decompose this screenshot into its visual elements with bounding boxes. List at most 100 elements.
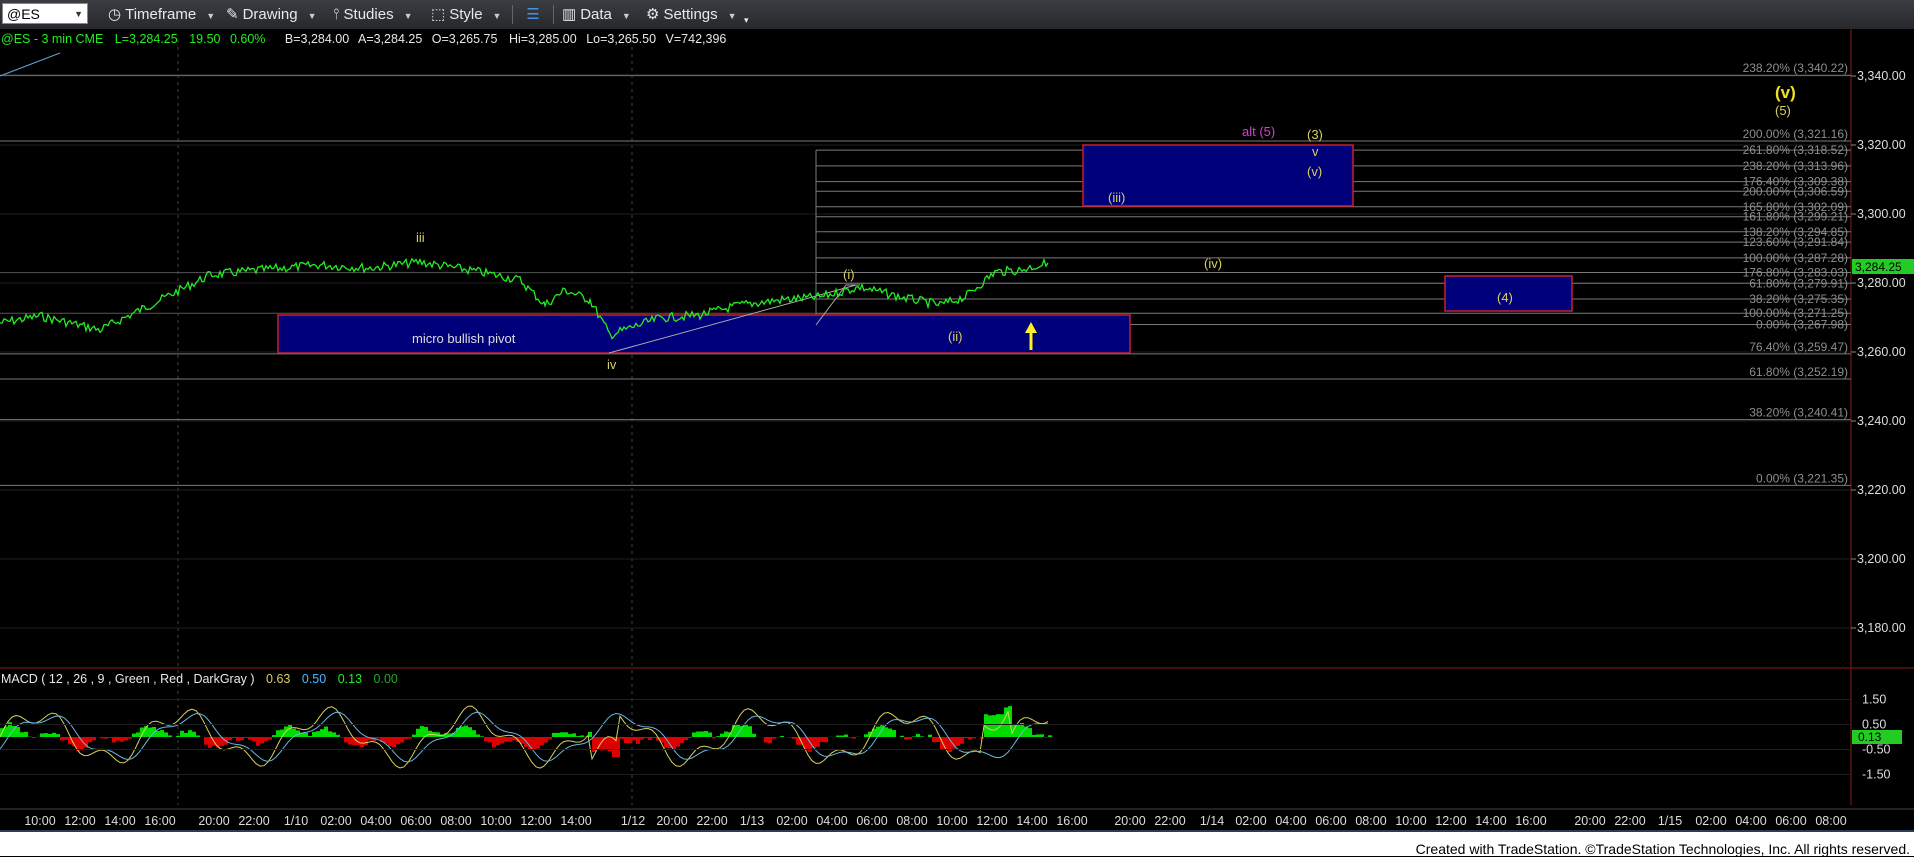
fib-level-label: 76.40% (3,259.47) — [1749, 340, 1848, 354]
symbol-input[interactable]: @ES ▼ — [2, 3, 88, 24]
macd-histogram-bar — [20, 732, 24, 737]
price-tick-label: 3,320.00 — [1857, 138, 1906, 152]
time-tick-label: 12:00 — [520, 814, 551, 828]
macd-histogram-bar — [308, 736, 312, 737]
macd-histogram-bar — [504, 737, 508, 742]
time-tick-label: 1/14 — [1200, 814, 1224, 828]
alt-wave-5-label: alt (5) — [1242, 124, 1275, 139]
macd-histogram-bar — [992, 715, 996, 737]
time-tick-label: 08:00 — [1815, 814, 1846, 828]
macd-histogram-bar — [240, 737, 244, 740]
more-caret-icon[interactable]: ▾ — [744, 10, 749, 31]
time-tick-label: 22:00 — [696, 814, 727, 828]
macd-histogram-bar — [120, 737, 124, 742]
macd-histogram-bar — [472, 730, 476, 737]
macd-histogram-bar — [60, 737, 64, 740]
macd-histogram-bar — [536, 737, 540, 749]
macd-histogram-bar — [928, 735, 932, 737]
macd-histogram-bar — [408, 737, 412, 739]
macd-histogram-bar — [168, 735, 172, 737]
macd-histogram-bar — [344, 737, 348, 742]
macd-value-4: 0.00 — [374, 672, 398, 686]
macd-histogram-bar — [964, 737, 968, 738]
macd-histogram-bar — [276, 730, 280, 737]
macd-histogram-bar — [996, 714, 1000, 737]
macd-histogram-bar — [676, 737, 680, 747]
time-tick-label: 04:00 — [360, 814, 391, 828]
macd-histogram-bar — [684, 737, 688, 740]
macd-histogram-bar — [696, 732, 700, 737]
macd-histogram-bar — [320, 729, 324, 737]
macd-histogram-bar — [104, 737, 108, 739]
chart-area[interactable]: 76.40% (3,259.47)61.80% (3,252.19)38.20%… — [0, 29, 1914, 838]
macd-histogram-bar — [348, 737, 352, 744]
macd-value-1: 0.63 — [266, 672, 290, 686]
layout-icon[interactable]: ☰ — [522, 4, 544, 25]
macd-label: MACD ( 12 , 26 , 9 , Green , Red , DarkG… — [1, 672, 255, 686]
wave-iii-small-label: iii — [416, 230, 425, 245]
settings-menu[interactable]: ⚙Settings▼ — [646, 4, 737, 25]
macd-histogram-bar — [768, 737, 772, 743]
fib-level-label: 38.20% (3,240.41) — [1749, 406, 1848, 420]
macd-histogram-bar — [324, 727, 328, 737]
time-tick-label: 14:00 — [560, 814, 591, 828]
pct-change: 0.60% — [230, 32, 265, 46]
macd-histogram-bar — [500, 737, 504, 743]
studies-menu[interactable]: ⫯Studies▼ — [333, 4, 413, 25]
time-tick-label: 20:00 — [656, 814, 687, 828]
macd-histogram-bar — [552, 733, 556, 737]
time-tick-label: 10:00 — [480, 814, 511, 828]
time-tick-label: 02:00 — [776, 814, 807, 828]
macd-histogram-bar — [908, 737, 912, 739]
price-tick-label: 3,200.00 — [1857, 552, 1906, 566]
macd-histogram-bar — [692, 733, 696, 737]
chevron-down-icon: ▼ — [206, 11, 215, 21]
macd-histogram-bar — [956, 737, 960, 746]
macd-histogram-bar — [968, 737, 972, 740]
chevron-down-icon[interactable]: ▼ — [74, 4, 83, 25]
macd-histogram-bar — [44, 733, 48, 737]
macd-histogram-bar — [644, 737, 648, 738]
macd-histogram-bar — [844, 735, 848, 737]
macd-histogram-bar — [716, 736, 720, 737]
volume: V=742,396 — [666, 32, 727, 46]
macd-histogram-bar — [532, 737, 536, 750]
macd-histogram-bar — [960, 737, 964, 744]
macd-histogram-bar — [412, 735, 416, 737]
time-tick-label: 02:00 — [1235, 814, 1266, 828]
macd-histogram-bar — [244, 737, 248, 738]
time-tick-label: 22:00 — [1154, 814, 1185, 828]
macd-value-3: 0.13 — [338, 672, 362, 686]
style-menu[interactable]: ⬚Style▼ — [431, 4, 501, 25]
symbol-value: @ES — [7, 6, 40, 22]
macd-histogram-bar — [1044, 737, 1048, 738]
timeframe-menu[interactable]: ◷Timeframe▼ — [108, 4, 215, 25]
macd-histogram-bar — [56, 734, 60, 737]
macd-histogram-bar — [720, 734, 724, 737]
macd-histogram-bar — [164, 732, 168, 737]
time-tick-label: 14:00 — [1016, 814, 1047, 828]
macd-value-2: 0.50 — [302, 672, 326, 686]
data-menu[interactable]: ▥Data▼ — [562, 4, 631, 25]
fib-level-label: 61.80% (3,279.91) — [1749, 276, 1848, 290]
pivot-label: micro bullish pivot — [412, 331, 516, 346]
price-chart[interactable]: 76.40% (3,259.47)61.80% (3,252.19)38.20%… — [0, 29, 1914, 838]
macd-histogram-bar — [848, 737, 852, 738]
macd-histogram-bar — [752, 734, 756, 737]
macd-histogram-bar — [112, 737, 116, 743]
macd-histogram-bar — [880, 725, 884, 737]
drawing-menu[interactable]: ✎Drawing▼ — [226, 4, 317, 25]
macd-histogram-bar — [476, 734, 480, 737]
macd-histogram-bar — [772, 737, 776, 739]
gear-icon: ⚙ — [646, 6, 659, 23]
macd-histogram-bar — [208, 737, 212, 748]
time-tick-label: 06:00 — [1775, 814, 1806, 828]
fib-level-label: 161.80% (3,299.21) — [1743, 210, 1848, 224]
wave-iv-small-label: iv — [607, 357, 617, 372]
macd-histogram-bar — [16, 727, 20, 737]
micro-bullish-pivot-box[interactable] — [278, 315, 1130, 353]
time-tick-label: 22:00 — [1614, 814, 1645, 828]
macd-histogram-bar — [32, 737, 36, 738]
time-tick-label: 02:00 — [320, 814, 351, 828]
macd-histogram-bar — [124, 737, 128, 740]
